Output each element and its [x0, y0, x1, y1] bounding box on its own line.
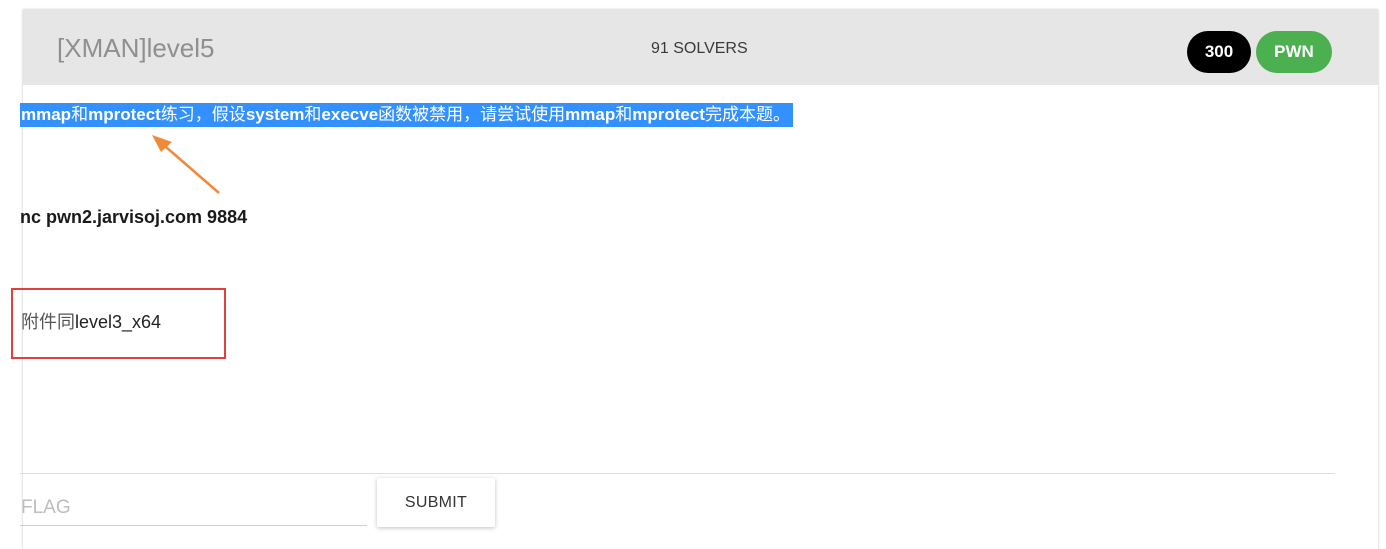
- server-address: nc pwn2.jarvisoj.com 9884: [20, 207, 248, 227]
- attachment-note: 附件同level3_x64: [21, 310, 161, 335]
- score-badge: 300: [1187, 31, 1251, 73]
- desc-part: mprotect: [632, 105, 705, 124]
- desc-part: execve: [321, 105, 379, 124]
- challenge-header: [XMAN]level5 91 SOLVERS 300 PWN: [23, 9, 1378, 85]
- submit-button[interactable]: SUBMIT: [377, 478, 495, 527]
- challenge-title: [XMAN]level5: [57, 33, 215, 63]
- desc-part: 练习，假设: [160, 105, 246, 125]
- desc-part: 和: [615, 105, 633, 125]
- desc-part: 和: [304, 105, 322, 125]
- challenge-card: [XMAN]level5 91 SOLVERS 300 PWN: [23, 9, 1378, 549]
- flag-input[interactable]: [20, 492, 367, 526]
- form-divider: [20, 473, 1335, 474]
- desc-part: 函数被禁用，请尝试使用: [378, 105, 566, 125]
- desc-part: 和: [71, 105, 89, 125]
- desc-part: mmap: [21, 105, 72, 124]
- description-text: mmap和mprotect练习，假设system和execve函数被禁用，请尝试…: [20, 103, 793, 127]
- desc-part: mmap: [565, 105, 616, 124]
- category-badge: PWN: [1256, 31, 1332, 73]
- desc-part: mprotect: [88, 105, 161, 124]
- attachment-prefix: 附件同: [21, 312, 75, 333]
- attachment-name: level3_x64: [75, 312, 162, 332]
- solvers-count: 91 SOLVERS: [651, 40, 748, 57]
- desc-part: system: [245, 105, 305, 124]
- desc-part: 完成本题。: [704, 105, 790, 125]
